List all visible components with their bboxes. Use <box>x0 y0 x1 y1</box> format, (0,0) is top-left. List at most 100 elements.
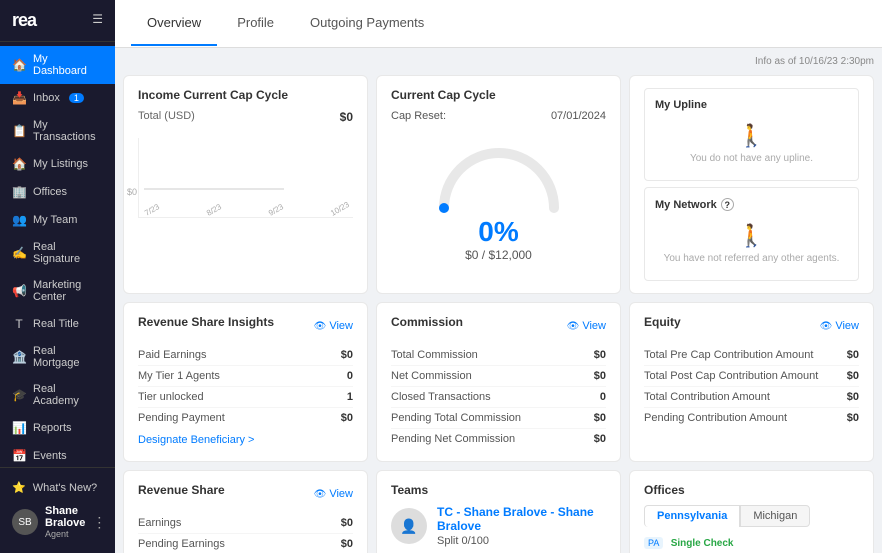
nav-icon: 🏠 <box>12 58 26 72</box>
row-label: Pending Payment <box>138 412 225 424</box>
current-cap-card: Current Cap Cycle Cap Reset: 07/01/2024 … <box>376 75 621 294</box>
cap-card-title: Current Cap Cycle <box>391 88 606 102</box>
sidebar-item-real-academy[interactable]: 🎓 Real Academy <box>0 376 115 414</box>
revenue-insights-view[interactable]: 👁 View <box>314 320 353 332</box>
nav-icon: 🏢 <box>12 185 26 199</box>
top-tabs: Overview Profile Outgoing Payments <box>115 0 882 48</box>
nav-icon: 👥 <box>12 213 26 227</box>
sidebar-item-label: Real Academy <box>33 383 103 407</box>
commission-view[interactable]: 👁 View <box>567 320 606 332</box>
sidebar-item-label: Events <box>33 450 67 462</box>
row-value: $0 <box>341 412 353 424</box>
sidebar-item-label: Real Signature <box>33 241 103 265</box>
revenue-share-card: Revenue Share 👁 View Earnings $0Pending … <box>123 470 368 553</box>
table-row: Net Commission $0 <box>391 366 606 387</box>
designate-beneficiary-link[interactable]: Designate Beneficiary > <box>138 434 254 446</box>
table-row: Paid Earnings $0 <box>138 345 353 366</box>
sidebar-item-label: Marketing Center <box>33 279 103 303</box>
row-label: Total Commission <box>391 349 478 361</box>
nav-icon: ✍️ <box>12 246 26 260</box>
sidebar-item-offices[interactable]: 🏢 Offices <box>0 178 115 206</box>
cap-reset-label: Cap Reset: <box>391 110 446 122</box>
upline-empty-text: You do not have any upline. <box>690 153 813 164</box>
revenue-share-title: Revenue Share <box>138 483 225 497</box>
chart-svg <box>139 134 353 199</box>
equity-title: Equity <box>644 315 681 329</box>
user-name: Shane Bralove <box>45 505 85 529</box>
office-tab-pennsylvania[interactable]: Pennsylvania <box>644 505 740 527</box>
sidebar-item-my-transactions[interactable]: 📋 My Transactions <box>0 112 115 150</box>
row-label: Pending Net Commission <box>391 433 515 445</box>
nav-icon: 🎓 <box>12 388 26 402</box>
network-empty: 🚶 You have not referred any other agents… <box>655 217 848 270</box>
cap-reset-row: Cap Reset: 07/01/2024 <box>391 110 606 122</box>
sidebar-item-real-signature[interactable]: ✍️ Real Signature <box>0 234 115 272</box>
row-label: Total Pre Cap Contribution Amount <box>644 349 813 361</box>
row-3: Revenue Share 👁 View Earnings $0Pending … <box>123 470 874 553</box>
table-row: My Tier 1 Agents 0 <box>138 366 353 387</box>
upline-title: My Upline <box>655 99 848 111</box>
sidebar-bottom: ⭐ What's New? SB Shane Bralove Agent ⋮ <box>0 467 115 553</box>
row-label: Total Contribution Amount <box>644 391 770 403</box>
team-row: 👤 TC - Shane Bralove - Shane Bralove Spl… <box>391 505 606 547</box>
row-label: Earnings <box>138 517 181 529</box>
sidebar-item-my-dashboard[interactable]: 🏠 My Dashboard <box>0 46 115 84</box>
sidebar-item-label: My Listings <box>33 158 88 170</box>
row-value: 0 <box>600 391 606 403</box>
row-value: $0 <box>594 433 606 445</box>
nav-icon: 📅 <box>12 449 26 463</box>
nav-icon: 📢 <box>12 284 26 298</box>
row-value: $0 <box>847 412 859 424</box>
revenue-insights-title: Revenue Share Insights <box>138 315 274 329</box>
table-row: Earnings $0 <box>138 513 353 534</box>
sidebar-item-reports[interactable]: 📊 Reports <box>0 414 115 442</box>
commission-header: Commission 👁 View <box>391 315 606 337</box>
whats-new-label: What's New? <box>33 482 97 494</box>
team-split: Split 0/100 <box>437 535 606 547</box>
table-row: Tier unlocked 1 <box>138 387 353 408</box>
chart-zero-label: $0 <box>127 187 137 197</box>
sidebar-item-my-listings[interactable]: 🏠 My Listings <box>0 150 115 178</box>
equity-rows: Total Pre Cap Contribution Amount $0 Tota… <box>644 345 859 428</box>
sidebar-item-label: Inbox <box>33 92 60 104</box>
chart-label-3: 9/23 <box>267 202 285 218</box>
sidebar-item-my-team[interactable]: 👥 My Team <box>0 206 115 234</box>
office-tab-michigan[interactable]: Michigan <box>740 505 810 527</box>
nav-icon: T <box>12 317 26 331</box>
tab-overview[interactable]: Overview <box>131 1 217 46</box>
equity-view[interactable]: 👁 View <box>820 320 859 332</box>
tab-profile[interactable]: Profile <box>221 1 290 46</box>
income-cap-cycle-card: Income Current Cap Cycle Total (USD) $0 … <box>123 75 368 294</box>
sidebar-item-events[interactable]: 📅 Events <box>0 442 115 467</box>
network-info-icon[interactable]: ? <box>721 198 734 211</box>
network-title: My Network ? <box>655 198 848 211</box>
content-area: Info as of 10/16/23 2:30pm Income Curren… <box>115 48 882 553</box>
sidebar-item-real-mortgage[interactable]: 🏦 Real Mortgage <box>0 338 115 376</box>
row-value: $0 <box>847 349 859 361</box>
row-1: Income Current Cap Cycle Total (USD) $0 … <box>123 75 874 294</box>
whats-new-item[interactable]: ⭐ What's New? <box>12 476 103 499</box>
revenue-share-view[interactable]: 👁 View <box>314 488 353 500</box>
sidebar-item-real-title[interactable]: T Real Title <box>0 310 115 338</box>
row-label: Closed Transactions <box>391 391 491 403</box>
gauge-container: 0% $0 / $12,000 <box>391 130 606 270</box>
row-value: $0 <box>594 370 606 382</box>
sidebar-item-marketing-center[interactable]: 📢 Marketing Center <box>0 272 115 310</box>
team-name: TC - Shane Bralove - Shane Bralove <box>437 505 606 533</box>
commission-eye-icon: 👁 <box>567 321 580 332</box>
nav-badge: 1 <box>69 93 84 103</box>
tab-outgoing-payments[interactable]: Outgoing Payments <box>294 1 440 46</box>
row-label: Total Post Cap Contribution Amount <box>644 370 818 382</box>
row-value: $0 <box>847 391 859 403</box>
sidebar-item-inbox[interactable]: 📥 Inbox 1 <box>0 84 115 112</box>
income-card-title: Income Current Cap Cycle <box>138 88 353 102</box>
user-dots-icon[interactable]: ⋮ <box>92 514 106 531</box>
sidebar: rea ☰ 🏠 My Dashboard 📥 Inbox 1📋 My Trans… <box>0 0 115 553</box>
office-badge: PA <box>644 537 663 549</box>
avatar: SB <box>12 509 38 535</box>
nav-icon: 📊 <box>12 421 26 435</box>
row-value: $0 <box>594 412 606 424</box>
user-row[interactable]: SB Shane Bralove Agent ⋮ <box>12 499 103 545</box>
menu-icon[interactable]: ☰ <box>92 12 103 26</box>
sidebar-nav: 🏠 My Dashboard 📥 Inbox 1📋 My Transaction… <box>0 42 115 467</box>
